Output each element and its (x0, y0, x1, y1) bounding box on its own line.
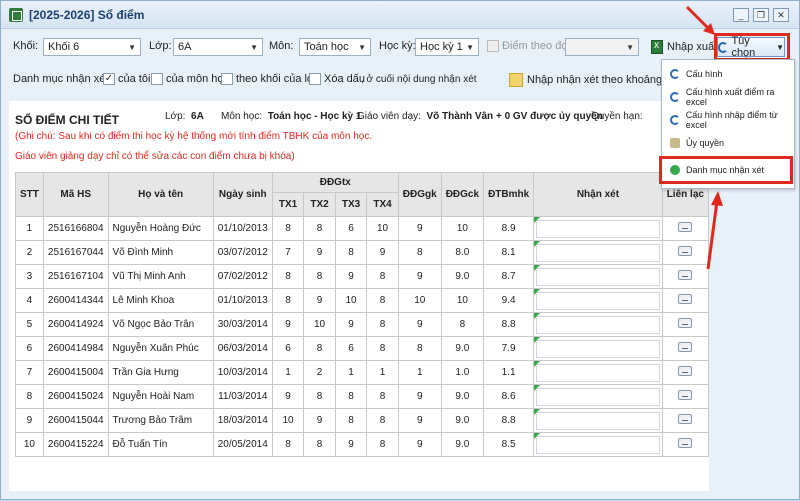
arrow-to-danh-muc (706, 200, 719, 270)
main-window: [2025-2026] Sổ điểm _ ❐ ✕ Khối: Khối 6 ▼ … (0, 0, 800, 500)
arrowhead-danh-muc (711, 191, 723, 206)
annotation-arrows (685, 5, 723, 270)
